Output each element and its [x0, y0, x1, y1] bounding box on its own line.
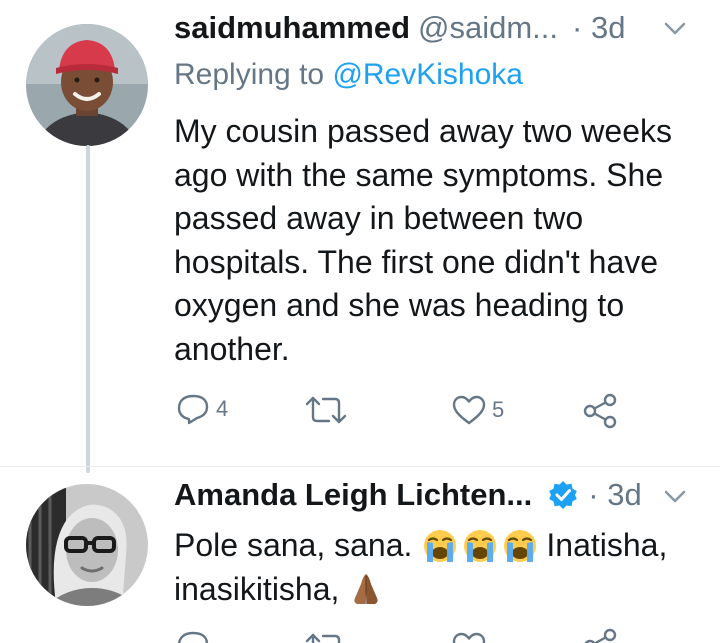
display-name[interactable]: saidmuhammed	[174, 10, 410, 46]
folded-hands-icon	[354, 574, 379, 605]
loudly-crying-face-icon	[464, 529, 497, 562]
tweet-timestamp[interactable]: · 3d	[588, 477, 641, 513]
tweet-text-line: hospitals. The first one didn't have	[174, 243, 659, 280]
retweet-icon	[305, 633, 341, 643]
loudly-crying-face-icon	[504, 529, 537, 562]
tweet-timestamp[interactable]: · 3d	[572, 10, 625, 46]
verified-badge-icon	[549, 481, 578, 509]
tweet-text-line: ago with the same symptoms. She	[174, 156, 664, 193]
tweet-text: Pole sana, sana. Inatisha, inasikitisha,	[174, 524, 704, 611]
thread-line	[86, 145, 90, 473]
like-button[interactable]	[452, 632, 486, 643]
tweet-text-line: passed away in between two	[174, 200, 584, 236]
retweet-icon	[305, 396, 347, 424]
tweet-text: My cousin passed away two weeks ago with…	[174, 110, 704, 371]
share-button[interactable]	[582, 628, 620, 643]
replying-to-handle[interactable]: @RevKishoka	[332, 58, 523, 91]
reply-icon	[177, 631, 209, 643]
user-handle[interactable]: @saidm...	[418, 10, 558, 46]
reply-count: 4	[216, 396, 229, 421]
replying-to-label: Replying to	[174, 58, 325, 91]
share-icon	[584, 628, 617, 643]
tweet-text-line: My cousin passed away two weeks	[174, 113, 672, 149]
tweet-text-segment: inasikitisha,	[174, 570, 340, 607]
like-count: 5	[492, 397, 505, 422]
chevron-down-icon[interactable]	[664, 490, 686, 504]
woman-with-glasses-avatar-icon	[26, 484, 148, 606]
replying-to: Replying to @RevKishoka	[174, 58, 523, 92]
like-button[interactable]: 5	[452, 395, 504, 425]
tweet-header: Amanda Leigh Lichten... · 3d	[174, 477, 642, 513]
display-name[interactable]: Amanda Leigh Lichten...	[174, 477, 532, 513]
reply-button[interactable]	[176, 630, 210, 643]
heart-icon	[452, 395, 486, 425]
retweet-button[interactable]	[304, 395, 348, 425]
tweet-text-segment: Pole sana, sana.	[174, 527, 413, 563]
tweet-header: saidmuhammed @saidm... · 3d	[174, 10, 625, 46]
tweet-text-line: Pole sana, sana. Inatisha,	[174, 524, 704, 568]
reply-icon	[177, 394, 209, 425]
tweet-divider	[0, 466, 720, 467]
tweet-text-line: another.	[174, 330, 290, 367]
share-icon	[583, 393, 617, 429]
share-button[interactable]	[582, 393, 620, 429]
chevron-down-icon[interactable]	[664, 22, 686, 36]
tweet-text-line: oxygen and she was heading to	[174, 287, 625, 323]
tweet-text-segment: Inatisha,	[546, 527, 668, 563]
tweet-text-line: inasikitisha,	[174, 568, 704, 612]
avatar[interactable]	[26, 24, 148, 146]
man-with-red-cap-avatar-icon	[26, 24, 148, 146]
retweet-button[interactable]	[304, 632, 348, 643]
avatar[interactable]	[26, 484, 148, 606]
reply-button[interactable]: 4	[176, 393, 228, 425]
loudly-crying-face-icon	[424, 529, 457, 562]
heart-icon	[452, 632, 486, 643]
